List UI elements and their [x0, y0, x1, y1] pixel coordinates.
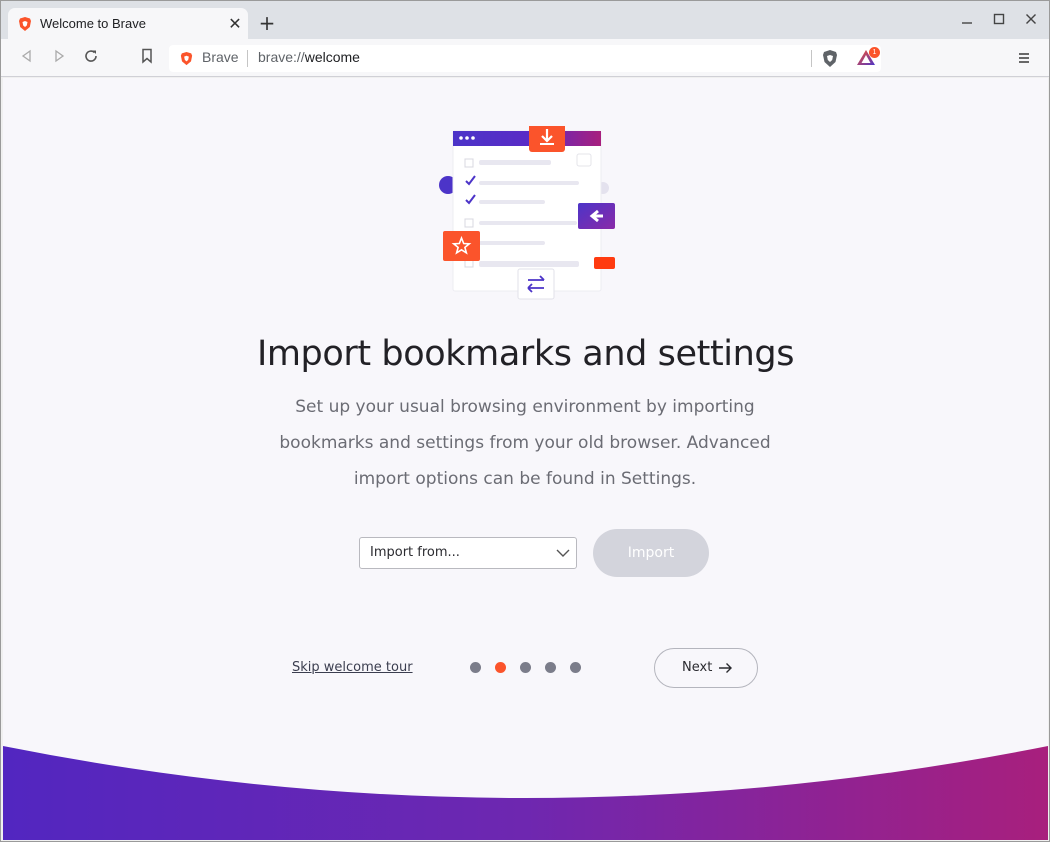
- chevron-down-icon: [556, 549, 570, 557]
- bookmark-icon[interactable]: [137, 48, 157, 68]
- new-tab-plus-icon[interactable]: +: [257, 13, 277, 33]
- toolbar: Brave brave://welcome 1: [1, 39, 1049, 77]
- close-window-icon[interactable]: [1020, 11, 1042, 31]
- maximize-icon[interactable]: [988, 11, 1010, 31]
- back-icon[interactable]: [17, 48, 37, 68]
- tab-welcome[interactable]: Welcome to Brave ✕: [8, 8, 248, 39]
- arrow-right-icon: [719, 663, 732, 673]
- import-illustration: [439, 126, 615, 300]
- brave-shields-icon[interactable]: [821, 49, 839, 68]
- welcome-page: Import bookmarks and settings Set up you…: [3, 78, 1048, 840]
- tab-strip: Welcome to Brave ✕ +: [1, 1, 1049, 39]
- next-button-label: Next: [682, 660, 713, 675]
- import-from-select[interactable]: Import from...: [359, 537, 577, 569]
- url-host: welcome: [304, 49, 360, 65]
- omnibox-divider-right: [811, 50, 812, 67]
- decorative-wave: [3, 746, 1048, 840]
- page-title: Import bookmarks and settings: [256, 334, 795, 374]
- tab-close-icon[interactable]: ✕: [226, 15, 244, 33]
- brave-lion-icon: [180, 51, 193, 66]
- import-button[interactable]: Import: [593, 529, 709, 577]
- hamburger-menu-icon[interactable]: [1014, 48, 1034, 68]
- pager-dot[interactable]: [520, 662, 531, 673]
- reload-icon[interactable]: [81, 48, 101, 68]
- pager-dot-active[interactable]: [495, 662, 506, 673]
- tab-title: Welcome to Brave: [40, 16, 146, 31]
- address-bar[interactable]: Brave brave://welcome 1: [169, 45, 881, 72]
- rewards-badge: 1: [869, 47, 880, 58]
- omnibox-chip-label: Brave: [202, 49, 239, 65]
- brave-lion-icon: [19, 17, 31, 31]
- minimize-icon[interactable]: [956, 11, 978, 31]
- pager-dot[interactable]: [570, 662, 581, 673]
- skip-welcome-tour-link[interactable]: Skip welcome tour: [292, 660, 413, 675]
- pager-dots: [470, 662, 590, 674]
- next-button[interactable]: Next: [654, 648, 758, 688]
- forward-icon[interactable]: [49, 48, 69, 68]
- page-description: Set up your usual browsing environment b…: [279, 397, 771, 489]
- import-from-select-value: Import from...: [370, 545, 460, 560]
- pager-dot[interactable]: [470, 662, 481, 673]
- browser-window: Welcome to Brave ✕ + Brave brave://welco…: [0, 0, 1050, 842]
- omnibox-divider: [247, 50, 248, 67]
- url-scheme: brave://: [258, 49, 305, 65]
- url-text[interactable]: brave://welcome: [258, 49, 360, 65]
- pager-dot[interactable]: [545, 662, 556, 673]
